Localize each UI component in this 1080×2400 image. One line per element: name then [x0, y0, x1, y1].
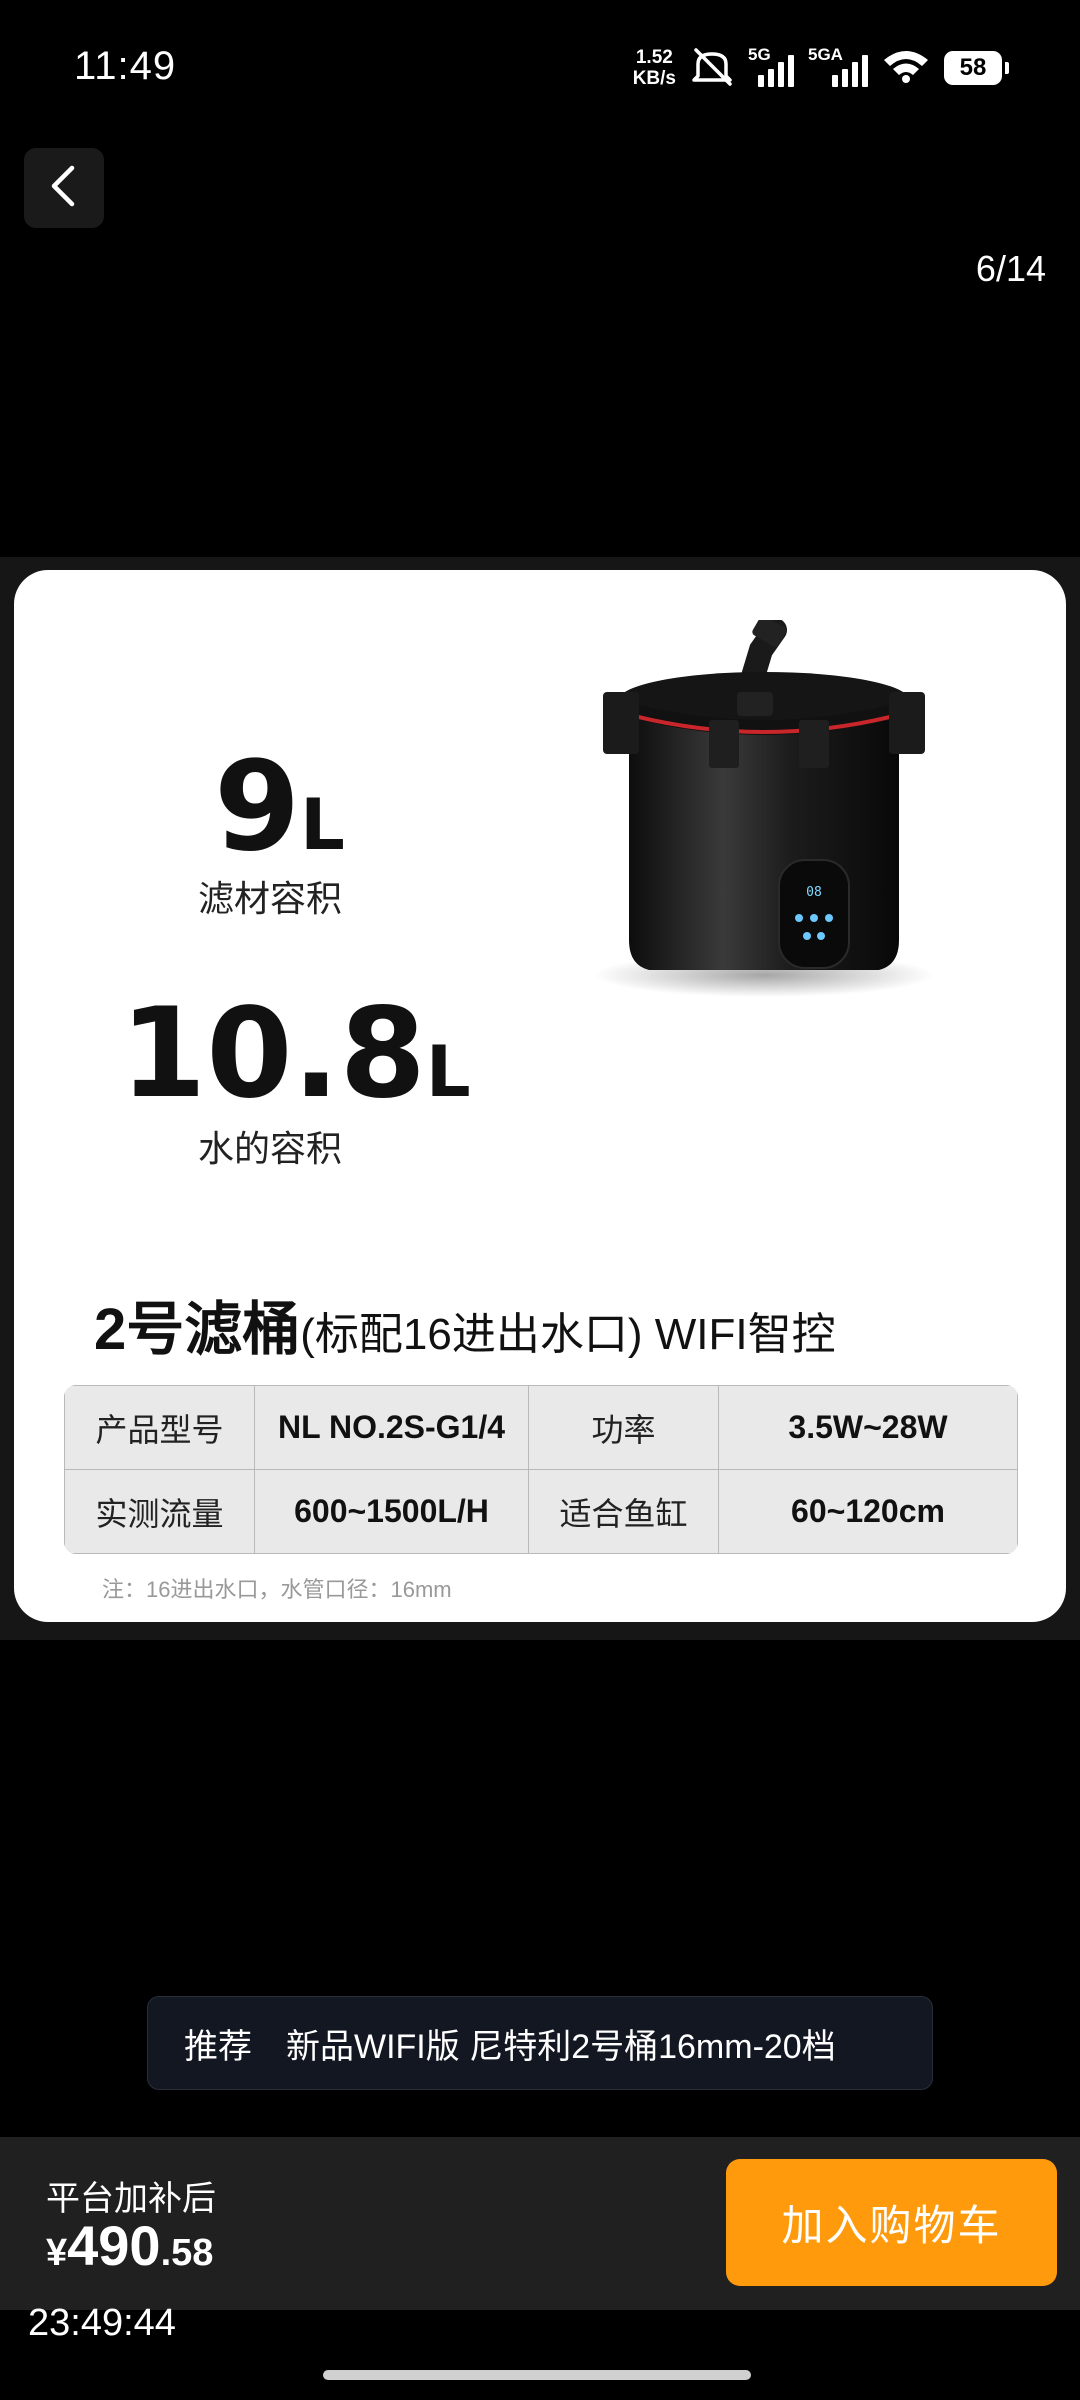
product-image[interactable]: 9L 滤材容积 10.8L 水的容积 08 2号滤桶(标配16进出水口) WIF… [14, 570, 1066, 1622]
signal-icon: 5G [748, 45, 794, 87]
spec-value: 60~120cm [718, 1469, 1018, 1554]
home-indicator[interactable] [323, 2370, 751, 2380]
water-volume-value: 10.8L [120, 982, 471, 1126]
price: ¥490.58 [46, 2214, 214, 2277]
canister-filter-illustration: 08 [594, 620, 934, 997]
signal-icon: 5GA [808, 45, 868, 87]
spec-table: 产品型号 NL NO.2S-G1/4 功率 3.5W~28W 实测流量 600~… [64, 1385, 1018, 1554]
status-bar: 11:49 1.52 KB/s 5G 5GA 58 [0, 0, 1080, 135]
sim1-label: 5G [748, 45, 771, 64]
water-volume-label: 水的容积 [198, 1128, 343, 1169]
spec-note: 注：16进出水口，水管口径：16mm [102, 1577, 452, 1602]
spec-value: 3.5W~28W [718, 1385, 1018, 1470]
status-time: 11:49 [74, 44, 177, 88]
network-speed-unit: KB/s [632, 68, 676, 89]
bottom-bar: 平台加补后 ¥490.58 加入购物车 [0, 2137, 1080, 2310]
spec-value: NL NO.2S-G1/4 [254, 1385, 529, 1470]
recommendation-chip[interactable]: 推荐 新品WIFI版 尼特利2号桶16mm-20档 [147, 1996, 933, 2090]
add-to-cart-button[interactable]: 加入购物车 [726, 2159, 1057, 2286]
sim2-label: 5GA [808, 45, 843, 64]
network-speed: 1.52 KB/s [633, 47, 676, 89]
spec-label: 功率 [528, 1385, 719, 1470]
back-button[interactable] [24, 148, 104, 228]
battery-level: 58 [959, 54, 987, 81]
mute-icon [690, 46, 734, 91]
back-chevron-icon [46, 164, 82, 213]
battery-icon: 58 [944, 51, 1009, 85]
network-speed-value: 1.52 [635, 47, 673, 68]
image-page-counter: 6/14 [975, 248, 1046, 289]
spec-value: 600~1500L/H [254, 1469, 529, 1554]
status-icons: 1.52 KB/s 5G 5GA 58 [633, 40, 1009, 96]
spec-label: 适合鱼缸 [528, 1469, 719, 1554]
product-title: 2号滤桶(标配16进出水口) WIFI智控 [94, 1297, 836, 1362]
filter-volume-label: 滤材容积 [198, 878, 343, 919]
recommendation-tag: 推荐 [184, 2027, 252, 2066]
overlay-clock: 23:49:44 [28, 2302, 176, 2344]
table-row: 实测流量 600~1500L/H 适合鱼缸 60~120cm [64, 1469, 1018, 1554]
recommendation-text: 新品WIFI版 尼特利2号桶16mm-20档 [286, 2027, 836, 2066]
wifi-icon [882, 48, 930, 89]
spec-label: 实测流量 [64, 1469, 255, 1554]
filter-volume-value: 9L [214, 735, 345, 879]
device-display: 08 [806, 885, 822, 900]
table-row: 产品型号 NL NO.2S-G1/4 功率 3.5W~28W [64, 1385, 1018, 1470]
spec-label: 产品型号 [64, 1385, 255, 1470]
